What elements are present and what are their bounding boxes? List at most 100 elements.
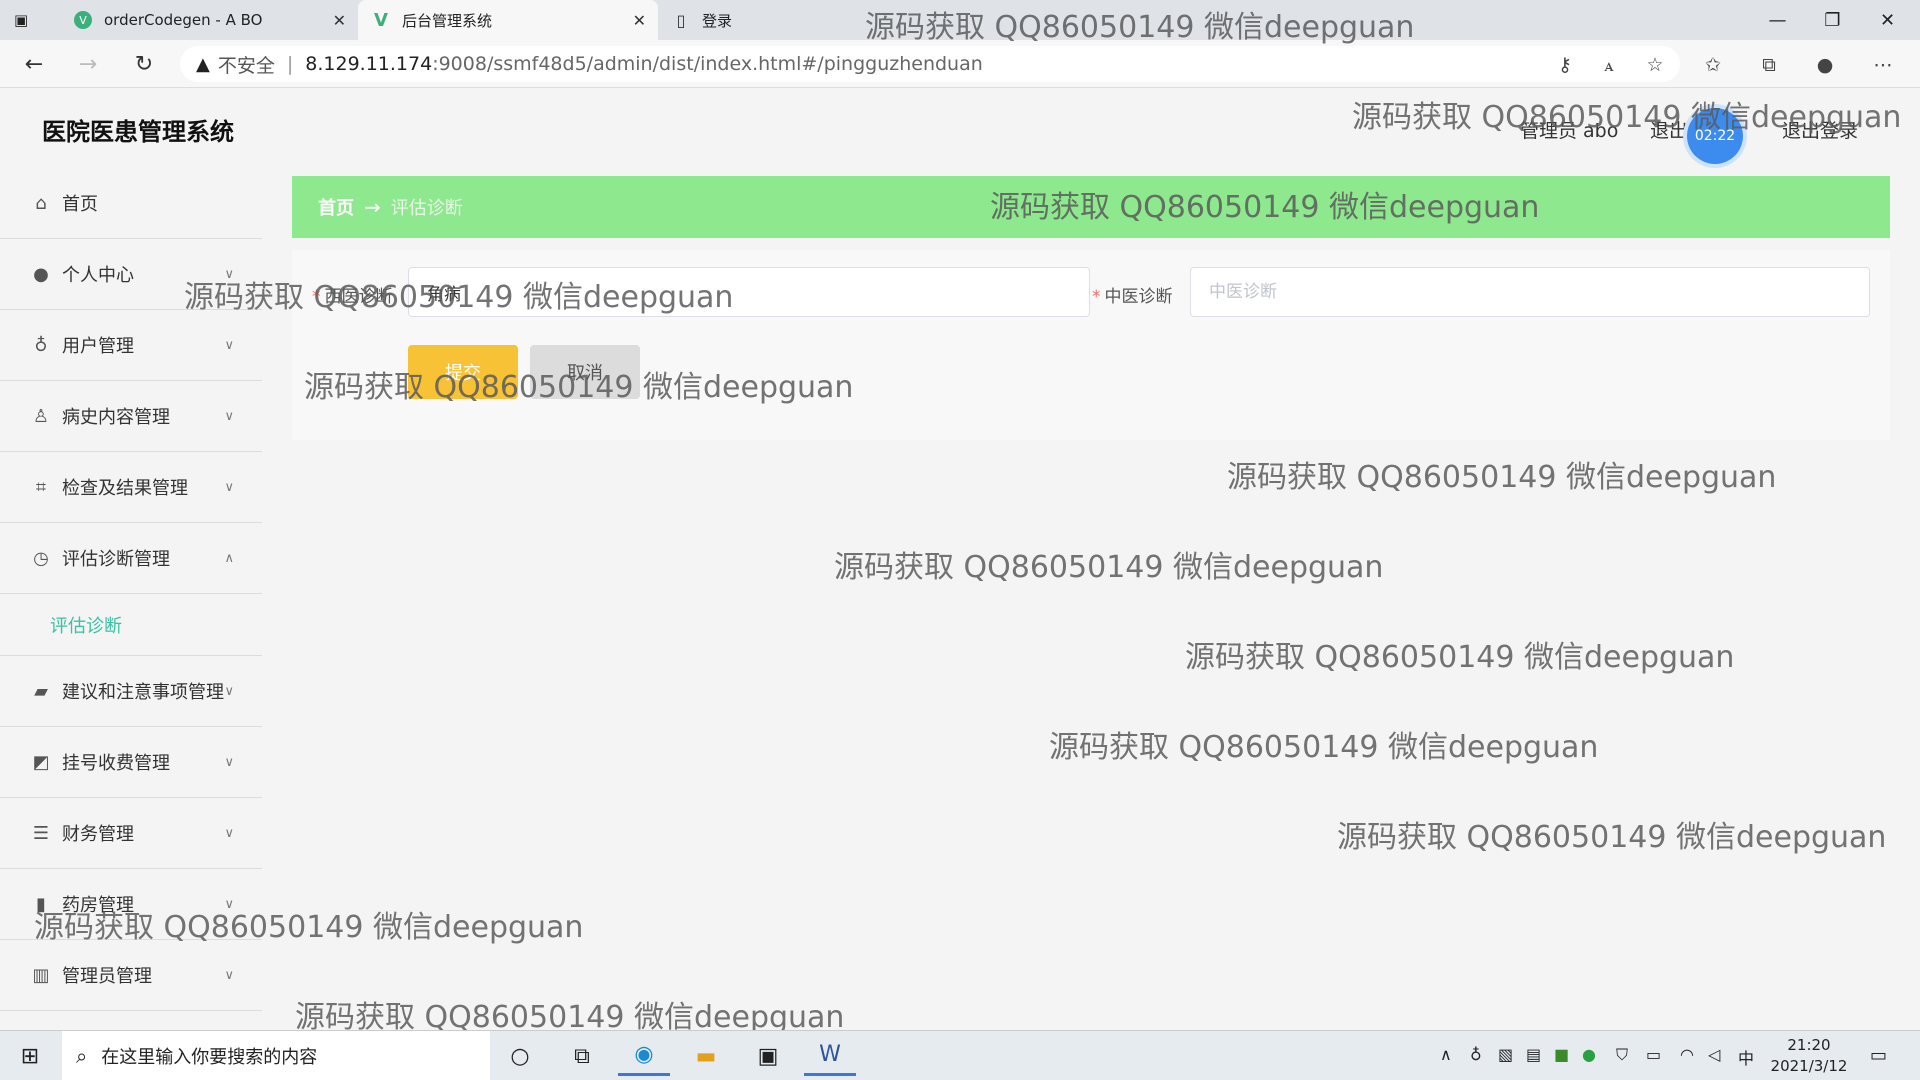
tab-title: orderCodegen - A BO bbox=[104, 11, 263, 29]
url-path: :9008/ssmf48d5/admin/dist/index.html#/pi… bbox=[432, 53, 983, 75]
sidebar-subitem-diagnosis[interactable]: 评估诊断 bbox=[0, 594, 262, 656]
battery-icon[interactable]: ▭ bbox=[1646, 1045, 1661, 1064]
browser-tab-login[interactable]: ▯ 登录 bbox=[658, 0, 958, 40]
watermark: 源码获取 QQ86050149 微信deepguan bbox=[834, 550, 1384, 585]
sidebar-item-history[interactable]: ♙ 病史内容管理 ∨ bbox=[0, 381, 262, 452]
tray-app-icon[interactable]: ▤ bbox=[1526, 1045, 1541, 1064]
shield-icon[interactable]: ⛉ bbox=[1616, 1045, 1628, 1065]
wechat-icon[interactable]: ● bbox=[1582, 1045, 1596, 1064]
url-separator: | bbox=[286, 53, 294, 75]
mic-icon: ♁ bbox=[34, 334, 48, 356]
profile-icon[interactable]: ● bbox=[1812, 52, 1838, 78]
sidebar-item-label: 病史内容管理 bbox=[62, 407, 170, 428]
western-diagnosis-input[interactable] bbox=[408, 267, 1090, 317]
chinese-diagnosis-label: * 中医诊断 bbox=[1092, 287, 1173, 307]
key-icon[interactable]: ⚷ bbox=[1552, 52, 1578, 78]
tab-title: 后台管理系统 bbox=[402, 11, 493, 30]
sidebar-item-label: 用户管理 bbox=[62, 336, 134, 357]
submit-button[interactable]: 提交 bbox=[408, 345, 518, 399]
url-field[interactable]: ▲ 不安全 | 8.129.11.174:9008/ssmf48d5/admin… bbox=[180, 46, 1680, 82]
close-icon[interactable]: ✕ bbox=[633, 11, 646, 30]
close-icon[interactable]: ✕ bbox=[333, 11, 346, 30]
window-close-button[interactable]: ✕ bbox=[1860, 0, 1915, 40]
ime-indicator[interactable]: 中 bbox=[1738, 1045, 1754, 1069]
watermark: 源码获取 QQ86050149 微信deepguan bbox=[1227, 460, 1777, 495]
sidebar-item-label: 评估诊断管理 bbox=[62, 549, 170, 570]
sidebar-item-label: 挂号收费管理 bbox=[62, 753, 170, 774]
cortana-button[interactable]: ○ bbox=[494, 1036, 546, 1076]
word-icon: W bbox=[819, 1042, 841, 1067]
browser-tab-bar: ▣ V orderCodegen - A BO ✕ V 后台管理系统 ✕ ▯ 登… bbox=[0, 0, 1920, 40]
favorites-icon[interactable]: ✩ bbox=[1700, 52, 1726, 78]
taskbar: ⊞ ⌕ 在这里输入你要搜索的内容 ○ ⧉ ◉ ▬ ▣ W ∧ ♁ ▧ ▤ ■ ●… bbox=[0, 1030, 1920, 1080]
sidebar-item-pharmacy[interactable]: ▮ 药房管理 ∨ bbox=[0, 869, 262, 940]
chevron-down-icon: ∨ bbox=[224, 754, 234, 770]
taskbar-search[interactable]: ⌕ 在这里输入你要搜索的内容 bbox=[62, 1031, 490, 1080]
logout-link[interactable]: 退出登录 bbox=[1782, 116, 1858, 143]
tray-chevron-up-icon[interactable]: ∧ bbox=[1440, 1045, 1452, 1064]
volume-icon[interactable]: ◁ bbox=[1708, 1045, 1720, 1064]
windows-start-button[interactable]: ⊞ bbox=[0, 1031, 60, 1080]
sidebar-item-label: 个人中心 bbox=[62, 265, 134, 286]
tray-app-icon[interactable]: ▧ bbox=[1498, 1045, 1513, 1064]
nvidia-icon[interactable]: ■ bbox=[1554, 1045, 1569, 1064]
sidebar-item-finance[interactable]: ☰ 财务管理 ∨ bbox=[0, 798, 262, 869]
chinese-diagnosis-input[interactable] bbox=[1190, 267, 1870, 317]
breadcrumb: 首页 → 评估诊断 bbox=[292, 176, 1890, 238]
chevron-down-icon: ∨ bbox=[224, 337, 234, 353]
book-icon: ▮ bbox=[36, 893, 46, 915]
security-label: 不安全 bbox=[217, 54, 275, 77]
sidebar-item-admin[interactable]: ▥ 管理员管理 ∨ bbox=[0, 940, 262, 1011]
tab-actions-icon: ▣ bbox=[14, 11, 29, 29]
sidebar-item-label: 检查及结果管理 bbox=[62, 478, 188, 499]
address-bar: ← → ↻ ▲ 不安全 | 8.129.11.174:9008/ssmf48d5… bbox=[0, 40, 1920, 88]
bar-icon: ▥ bbox=[32, 964, 50, 986]
edge-app[interactable]: ◉ bbox=[618, 1036, 670, 1076]
wifi-icon[interactable]: ◠ bbox=[1680, 1045, 1694, 1064]
clock-icon: ◷ bbox=[33, 547, 49, 569]
read-aloud-icon[interactable]: ꭺ bbox=[1596, 52, 1622, 78]
sidebar-item-user-management[interactable]: ♁ 用户管理 ∨ bbox=[0, 310, 262, 381]
windows-icon: ⊞ bbox=[20, 1043, 40, 1069]
store-app[interactable]: ▣ bbox=[742, 1036, 794, 1076]
taskbar-clock[interactable]: 21:20 2021/3/12 bbox=[1764, 1035, 1854, 1077]
tab-actions-button[interactable]: ▣ bbox=[0, 0, 60, 40]
collections-icon[interactable]: ⧉ bbox=[1756, 52, 1782, 78]
sidebar-item-exam[interactable]: ⌗ 检查及结果管理 ∨ bbox=[0, 452, 262, 523]
task-view-icon: ⧉ bbox=[574, 1043, 590, 1069]
sidebar-item-diagnosis[interactable]: ◷ 评估诊断管理 ∧ bbox=[0, 523, 262, 594]
browser-tab-admin[interactable]: V 后台管理系统 ✕ bbox=[358, 0, 658, 40]
maximize-button[interactable]: ❐ bbox=[1805, 0, 1860, 40]
sidebar-item-personal-center[interactable]: ● 个人中心 ∨ bbox=[0, 239, 262, 310]
favorite-add-icon[interactable]: ☆ bbox=[1642, 52, 1668, 78]
word-app[interactable]: W bbox=[804, 1036, 856, 1076]
crop-icon: ⌗ bbox=[35, 476, 47, 498]
cancel-button[interactable]: 取消 bbox=[530, 345, 640, 399]
diagnosis-form: *西医诊断 *中医诊断 提交 取消 bbox=[292, 250, 1890, 440]
minimize-button[interactable]: — bbox=[1750, 0, 1805, 40]
task-view-button[interactable]: ⧉ bbox=[556, 1036, 608, 1076]
reload-button[interactable]: ↻ bbox=[128, 48, 160, 80]
microphone-icon[interactable]: ♁ bbox=[1470, 1045, 1482, 1064]
file-explorer-app[interactable]: ▬ bbox=[680, 1036, 732, 1076]
sidebar: ⌂ 首页 ● 个人中心 ∨ ♁ 用户管理 ∨ ♙ 病史内容管理 ∨ ⌗ 检查及结果管理 ∨ ◷ 评估… bbox=[0, 168, 262, 1030]
back-button[interactable]: ← bbox=[18, 48, 50, 80]
store-icon: ▣ bbox=[757, 1043, 779, 1069]
sidebar-item-registration[interactable]: ◩ 挂号收费管理 ∨ bbox=[0, 727, 262, 798]
list-icon: ☰ bbox=[32, 822, 50, 844]
sidebar-item-home[interactable]: ⌂ 首页 bbox=[0, 168, 262, 239]
chevron-up-icon: ∧ bbox=[224, 550, 234, 566]
forward-button[interactable]: → bbox=[72, 48, 104, 80]
browser-tab-ordercodegen[interactable]: V orderCodegen - A BO ✕ bbox=[60, 0, 358, 40]
cortana-icon: ○ bbox=[510, 1043, 530, 1069]
sidebar-item-advice[interactable]: ▰ 建议和注意事项管理 ∨ bbox=[0, 656, 262, 727]
breadcrumb-home[interactable]: 首页 bbox=[318, 194, 354, 220]
chevron-down-icon: ∨ bbox=[224, 896, 234, 912]
notification-icon[interactable]: ▭ bbox=[1870, 1045, 1887, 1066]
person-icon: ♙ bbox=[32, 405, 50, 427]
more-icon[interactable]: ⋯ bbox=[1870, 52, 1896, 78]
briefcase-icon: ▰ bbox=[34, 680, 48, 702]
page-icon: ▯ bbox=[676, 10, 686, 30]
chevron-down-icon: ∨ bbox=[224, 825, 234, 841]
warning-icon: ▲ bbox=[196, 53, 210, 75]
